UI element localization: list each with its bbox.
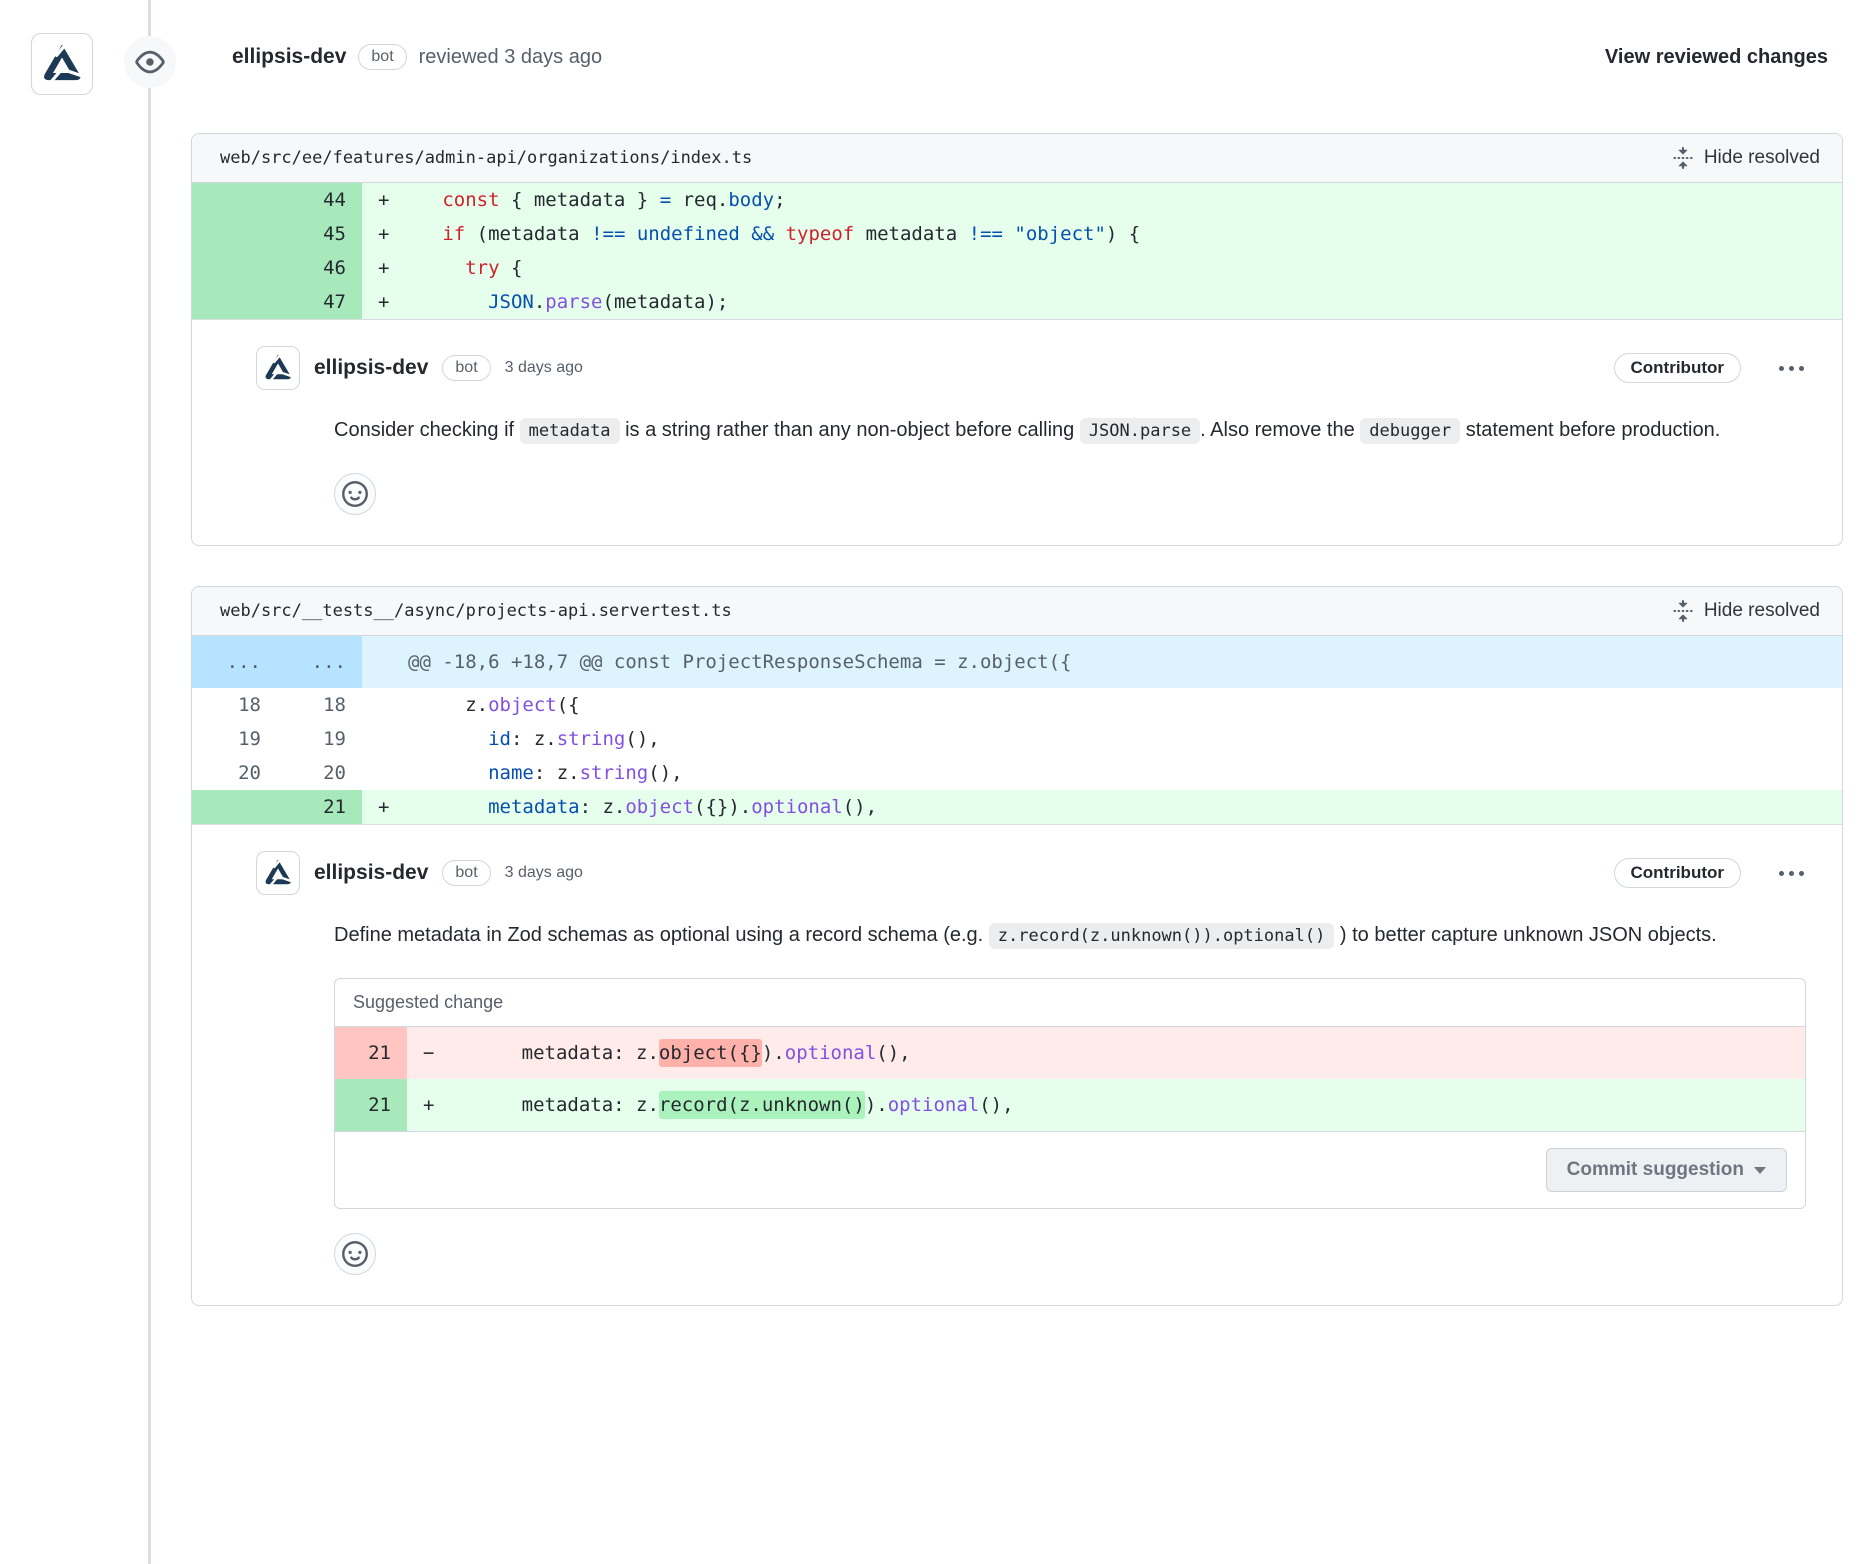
suggestion-diff-row: 21+ metadata: z.record(z.unknown()).opti… <box>335 1079 1805 1131</box>
hide-resolved-label: Hide resolved <box>1704 147 1820 169</box>
comment-author[interactable]: ellipsis-dev <box>314 356 428 380</box>
review-header: ellipsis-dev bot reviewed 3 days ago Vie… <box>232 44 1828 70</box>
diff-table: ......@@ -18,6 +18,7 @@ const ProjectRes… <box>192 636 1842 825</box>
reviewer-avatar[interactable] <box>31 33 93 95</box>
diff-row: 46+ try { <box>192 251 1842 285</box>
view-reviewed-changes-button[interactable]: View reviewed changes <box>1605 46 1828 69</box>
diff-row: 47+ JSON.parse(metadata); <box>192 285 1842 319</box>
review-comment: ellipsis-dev bot 3 days ago Contributor … <box>192 825 1842 1305</box>
kebab-menu-icon[interactable] <box>1777 865 1806 882</box>
diff-row: 45+ if (metadata !== undefined && typeof… <box>192 217 1842 251</box>
eye-icon <box>135 47 165 77</box>
contributor-badge: Contributor <box>1614 858 1741 888</box>
bot-badge: bot <box>442 355 490 381</box>
diff-row: 1818 z.object({ <box>192 688 1842 722</box>
diff-row: ......@@ -18,6 +18,7 @@ const ProjectRes… <box>192 636 1842 688</box>
comment-timestamp[interactable]: 3 days ago <box>505 864 583 882</box>
suggested-change-box: Suggested change 21− metadata: z.object(… <box>334 978 1806 1209</box>
add-reaction-button[interactable] <box>334 473 376 515</box>
smiley-icon <box>342 481 368 507</box>
file-path-link[interactable]: web/src/__tests__/async/projects-api.ser… <box>220 601 732 621</box>
review-thread-card: web/src/ee/features/admin-api/organizati… <box>191 133 1843 546</box>
diff-row: 2020 name: z.string(), <box>192 756 1842 790</box>
ellipsis-logo-icon <box>39 41 85 87</box>
suggestion-diff: 21− metadata: z.object({}).optional(),21… <box>335 1027 1805 1131</box>
hide-resolved-button[interactable]: Hide resolved <box>1672 600 1820 622</box>
review-thread-card: web/src/__tests__/async/projects-api.ser… <box>191 586 1843 1306</box>
file-header: web/src/ee/features/admin-api/organizati… <box>192 134 1842 183</box>
bot-badge: bot <box>442 860 490 886</box>
comment-avatar[interactable] <box>256 851 300 895</box>
suggestion-diff-row: 21− metadata: z.object({}).optional(), <box>335 1027 1805 1079</box>
hide-resolved-label: Hide resolved <box>1704 600 1820 622</box>
kebab-menu-icon[interactable] <box>1777 360 1806 377</box>
fold-icon <box>1672 147 1694 169</box>
diff-table: 44+ const { metadata } = req.body;45+ if… <box>192 183 1842 320</box>
review-comment: ellipsis-dev bot 3 days ago Contributor … <box>192 320 1842 545</box>
comment-body: Consider checking if metadata is a strin… <box>334 412 1806 449</box>
inline-code: JSON.parse <box>1080 418 1200 444</box>
comment-body: Define metadata in Zod schemas as option… <box>334 917 1806 954</box>
contributor-badge: Contributor <box>1614 353 1741 383</box>
smiley-icon <box>342 1241 368 1267</box>
comment-timestamp[interactable]: 3 days ago <box>505 359 583 377</box>
review-event-marker <box>124 36 176 88</box>
diff-row: 1919 id: z.string(), <box>192 722 1842 756</box>
ellipsis-logo-icon <box>262 857 294 889</box>
suggested-change-title: Suggested change <box>335 979 1805 1027</box>
comment-author[interactable]: ellipsis-dev <box>314 861 428 885</box>
inline-code: z.record(z.unknown()).optional() <box>989 923 1335 949</box>
hide-resolved-button[interactable]: Hide resolved <box>1672 147 1820 169</box>
fold-icon <box>1672 600 1694 622</box>
file-path-link[interactable]: web/src/ee/features/admin-api/organizati… <box>220 148 752 168</box>
add-reaction-button[interactable] <box>334 1233 376 1275</box>
review-meta: reviewed 3 days ago <box>419 46 602 69</box>
ellipsis-logo-icon <box>262 352 294 384</box>
file-header: web/src/__tests__/async/projects-api.ser… <box>192 587 1842 636</box>
inline-code: debugger <box>1360 418 1460 444</box>
diff-row: 21+ metadata: z.object({}).optional(), <box>192 790 1842 824</box>
inline-code: metadata <box>520 418 620 444</box>
comment-avatar[interactable] <box>256 346 300 390</box>
commit-suggestion-button[interactable]: Commit suggestion <box>1546 1148 1787 1192</box>
caret-down-icon <box>1754 1167 1766 1174</box>
diff-row: 44+ const { metadata } = req.body; <box>192 183 1842 217</box>
reviewer-name[interactable]: ellipsis-dev <box>232 45 346 69</box>
bot-badge: bot <box>358 44 406 70</box>
